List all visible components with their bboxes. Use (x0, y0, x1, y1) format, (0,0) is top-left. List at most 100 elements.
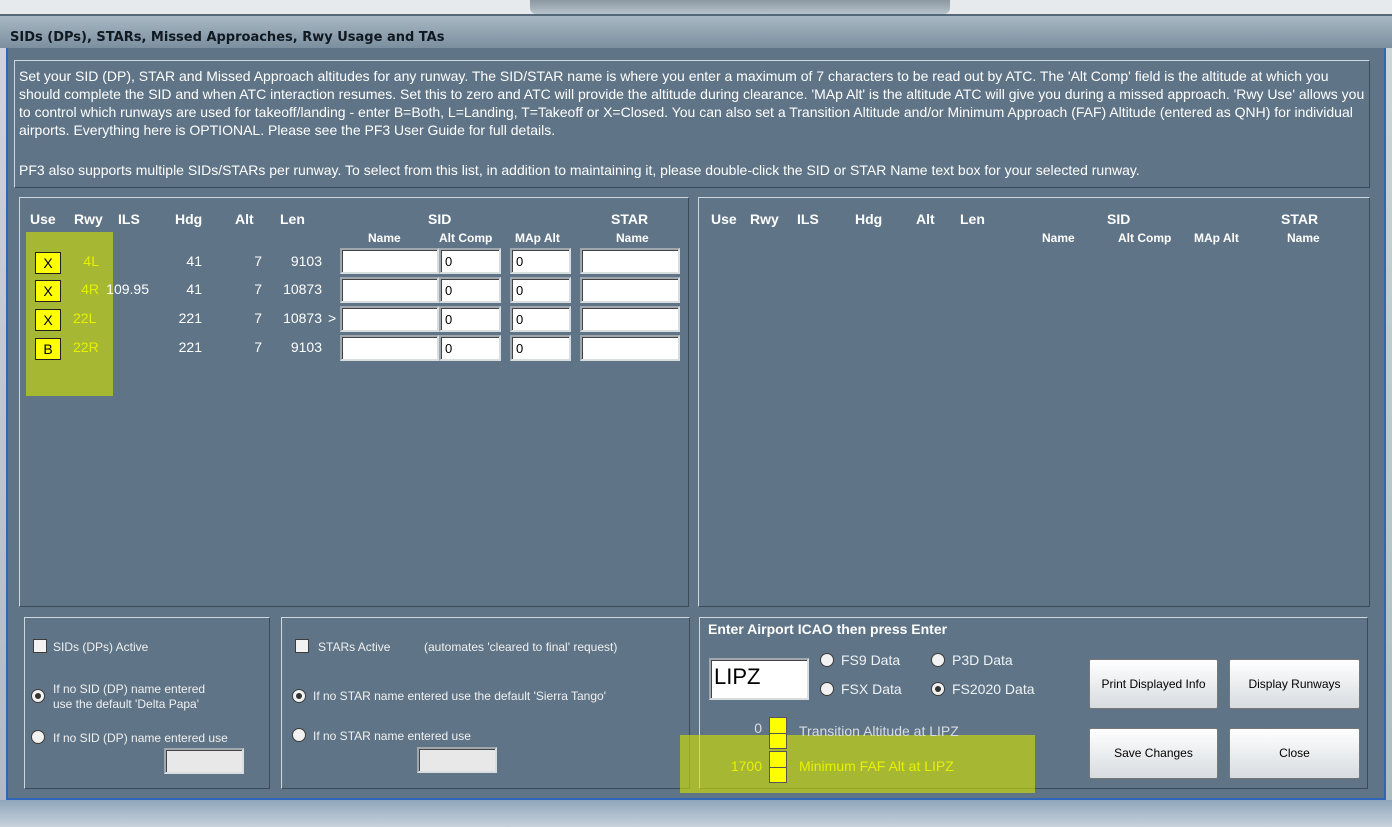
runway-id: 22R (73, 339, 99, 355)
header-len: Len (280, 211, 305, 227)
header-sid: SID (428, 211, 452, 227)
print-info-button[interactable]: Print Displayed Info (1089, 659, 1218, 709)
fs2020-data-radio[interactable] (931, 682, 945, 696)
header-alt: Alt (235, 211, 254, 227)
sid-custom-radio[interactable] (31, 730, 45, 744)
window-bottom-edge (0, 800, 1392, 827)
fsx-data-radio[interactable] (820, 682, 834, 696)
runway-heading: 221 (178, 339, 202, 355)
star-default-label: If no STAR name entered use the default … (313, 689, 606, 703)
map-alt-input[interactable]: 0 (510, 306, 571, 332)
fs9-data-radio[interactable] (820, 653, 834, 667)
star-name-input[interactable] (580, 248, 680, 274)
runway-altitude: 7 (254, 310, 262, 326)
header-alt-comp: Alt Comp (439, 231, 493, 245)
header-sid-name: Name (1042, 231, 1075, 245)
sid-alt-comp-input[interactable]: 0 (439, 277, 501, 303)
sid-alt-comp-input[interactable]: 0 (439, 248, 501, 274)
runway-altitude: 7 (254, 281, 262, 297)
save-changes-button[interactable]: Save Changes (1089, 728, 1218, 779)
transition-alt-value: 0 (754, 720, 762, 736)
star-name-input[interactable] (580, 306, 680, 332)
runway-heading: 41 (186, 253, 202, 269)
header-sid: SID (1107, 211, 1131, 227)
runway-id: 4R (81, 281, 99, 297)
sid-default-label: If no SID (DP) name entered (53, 682, 206, 696)
header-ils: ILS (118, 211, 140, 227)
stars-active-note: (automates 'cleared to final' request) (424, 640, 618, 654)
runway-id: 22L (73, 310, 97, 326)
map-alt-input[interactable]: 0 (510, 335, 571, 361)
runway-id: 4L (83, 253, 99, 269)
header-sid-name: Name (368, 231, 401, 245)
sid-name-input[interactable] (340, 306, 439, 332)
header-use: Use (711, 211, 737, 227)
runway-heading: 41 (186, 281, 202, 297)
header-len: Len (960, 211, 985, 227)
row-marker: > (328, 310, 337, 326)
sid-alt-comp-input[interactable]: 0 (439, 335, 501, 361)
window-title: SIDs (DPs), STARs, Missed Approaches, Rw… (10, 30, 445, 45)
header-hdg: Hdg (175, 211, 203, 227)
runway-length: 10873 (283, 310, 322, 326)
header-map-alt: MAp Alt (1194, 231, 1239, 245)
runway-altitude: 7 (254, 253, 262, 269)
header-hdg: Hdg (855, 211, 883, 227)
runway-use-box[interactable]: X (35, 252, 61, 274)
description-text: Set your SID (DP), STAR and Missed Appro… (19, 68, 1365, 138)
display-runways-button[interactable]: Display Runways (1229, 659, 1360, 709)
header-star: STAR (611, 211, 649, 227)
header-rwy: Rwy (750, 211, 779, 227)
sid-custom-input[interactable] (164, 748, 244, 774)
star-name-input[interactable] (580, 277, 680, 303)
sid-alt-comp-input[interactable]: 0 (439, 306, 501, 332)
close-button[interactable]: Close (1229, 728, 1360, 779)
star-custom-input[interactable] (417, 747, 497, 773)
sids-active-checkbox[interactable] (33, 639, 47, 653)
runway-use-box[interactable]: X (35, 309, 61, 331)
icao-input[interactable]: LIPZ (709, 658, 809, 700)
header-ils: ILS (797, 211, 819, 227)
header-star-name: Name (1287, 231, 1320, 245)
runway-length: 9103 (290, 253, 322, 269)
header-alt: Alt (916, 211, 935, 227)
sid-custom-label: If no SID (DP) name entered use (53, 731, 228, 745)
header-star: STAR (1281, 211, 1319, 227)
transition-alt-label: Transition Altitude at LIPZ (799, 723, 959, 739)
sid-default-label-2: use the default 'Delta Papa' (53, 697, 200, 711)
stars-active-label: STARs Active (318, 640, 391, 654)
star-custom-radio[interactable] (292, 728, 306, 742)
map-alt-input[interactable]: 0 (510, 248, 571, 274)
header-star-name: Name (616, 231, 649, 245)
map-alt-input[interactable]: 0 (510, 277, 571, 303)
star-name-input[interactable] (580, 335, 680, 361)
runway-length: 9103 (290, 339, 322, 355)
runway-heading: 221 (178, 310, 202, 326)
runway-altitude: 7 (254, 339, 262, 355)
sid-name-input[interactable] (340, 248, 439, 274)
faf-alt-label: Minimum FAF Alt at LIPZ (799, 758, 954, 774)
runway-use-box[interactable]: B (35, 338, 61, 360)
header-use: Use (30, 211, 56, 227)
header-map-alt: MAp Alt (515, 231, 560, 245)
sid-default-radio[interactable] (31, 689, 45, 703)
sid-name-input[interactable] (340, 277, 439, 303)
runway-table-right (698, 197, 1370, 607)
description-note: PF3 also supports multiple SIDs/STARs pe… (19, 162, 1140, 178)
runway-length: 10873 (283, 281, 322, 297)
sids-active-label: SIDs (DPs) Active (53, 640, 149, 654)
stars-active-checkbox[interactable] (295, 639, 309, 653)
fs9-data-label: FS9 Data (841, 652, 901, 668)
star-default-radio[interactable] (292, 689, 306, 703)
fs2020-data-label: FS2020 Data (952, 681, 1035, 697)
header-alt-comp: Alt Comp (1118, 231, 1172, 245)
runway-use-box[interactable]: X (35, 280, 61, 302)
fsx-data-label: FSX Data (841, 681, 902, 697)
p3d-data-radio[interactable] (931, 653, 945, 667)
runway-ils: 109.95 (106, 281, 149, 297)
p3d-data-label: P3D Data (952, 652, 1013, 668)
transition-alt-spinner[interactable] (769, 717, 787, 749)
sid-name-input[interactable] (340, 335, 439, 361)
faf-alt-spinner[interactable] (769, 751, 787, 783)
star-custom-label: If no STAR name entered use (313, 729, 471, 743)
